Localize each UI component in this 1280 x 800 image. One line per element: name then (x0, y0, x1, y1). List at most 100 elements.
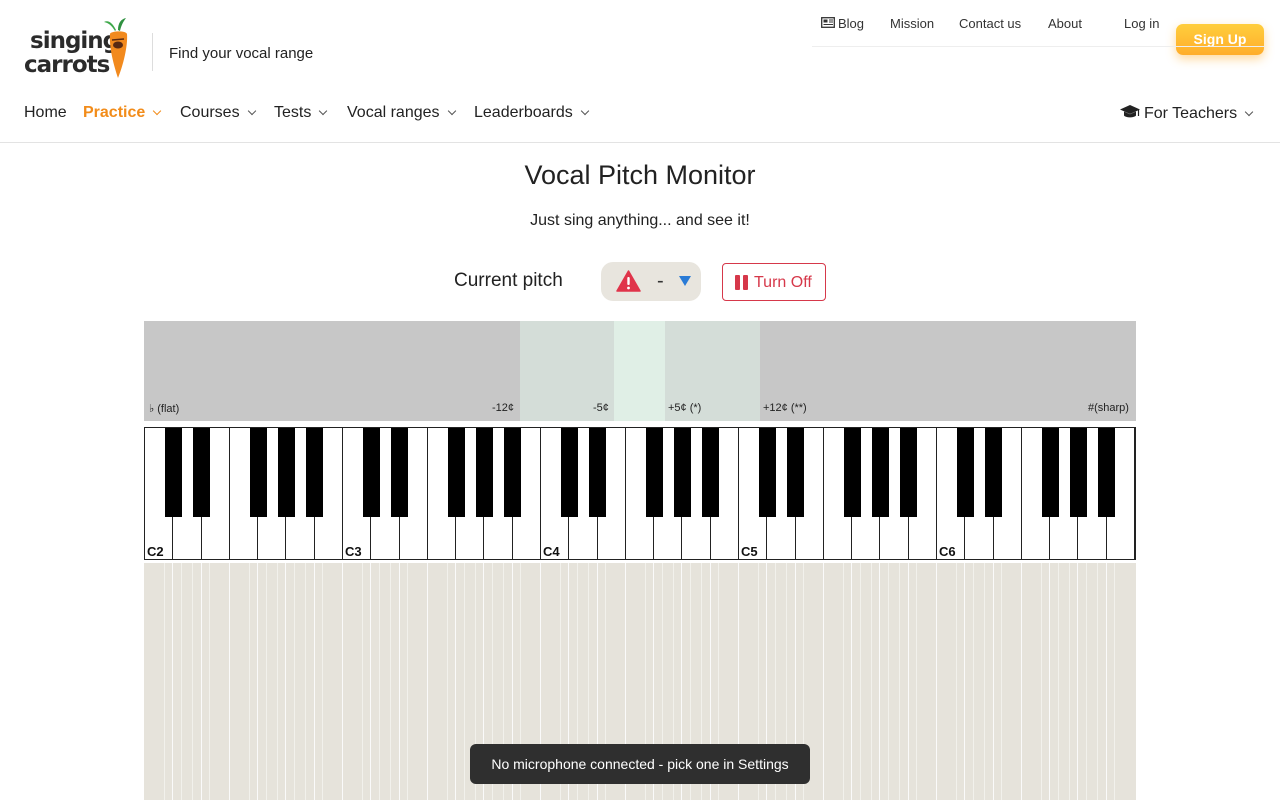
topnav-blog-label: Blog (838, 16, 865, 31)
logo-text-line2: carrots (24, 52, 110, 78)
lane-divider (870, 563, 872, 800)
lane-divider (936, 563, 937, 800)
nav-home[interactable]: Home (24, 104, 67, 122)
lane-divider (276, 563, 278, 800)
page-subtitle: Just sing anything... and see it! (530, 212, 750, 229)
topnav-contact[interactable]: Contact us (959, 16, 1021, 31)
black-key[interactable] (589, 428, 607, 517)
tuner-label-flat: ♭ (flat) (149, 403, 180, 415)
lane-divider (992, 563, 994, 800)
tuner-label-minus12: -12¢ (492, 402, 515, 414)
topnav-mission[interactable]: Mission (890, 16, 934, 31)
graduation-cap-icon (1120, 105, 1140, 118)
black-key[interactable] (475, 428, 493, 517)
nav-tests[interactable]: Tests (274, 104, 328, 122)
black-key[interactable] (1069, 428, 1087, 517)
warning-icon (616, 270, 641, 292)
lane-divider (313, 563, 315, 800)
lane-divider (248, 563, 250, 800)
tuner-label-sharp: #(sharp) (1088, 402, 1129, 414)
lane-divider (257, 563, 259, 800)
black-key[interactable] (193, 428, 211, 517)
lane-divider (463, 563, 465, 800)
lane-divider (1085, 563, 1087, 800)
black-key[interactable] (164, 428, 182, 517)
lane-divider (955, 563, 957, 800)
nav-courses[interactable]: Courses (180, 104, 256, 122)
black-key[interactable] (249, 428, 267, 517)
nav-practice[interactable]: Practice (83, 104, 162, 122)
black-key[interactable] (362, 428, 380, 517)
current-pitch-label: Current pitch (454, 270, 563, 291)
lane-divider (972, 563, 974, 800)
topnav-about[interactable]: About (1048, 16, 1082, 31)
lane-divider (293, 563, 295, 800)
black-key[interactable] (504, 428, 522, 517)
chevron-down-icon (153, 106, 162, 116)
lane-divider (209, 563, 211, 800)
lane-divider (172, 563, 174, 800)
chevron-down-icon (580, 106, 589, 116)
lane-divider (1068, 563, 1070, 800)
nav-for-teachers[interactable]: For Teachers (1120, 104, 1254, 123)
black-key[interactable] (391, 428, 409, 517)
lane-divider (390, 563, 392, 800)
turn-off-label: Turn Off (754, 274, 812, 291)
toast-notification: No microphone connected - pick one in Se… (470, 744, 810, 784)
lane-divider (907, 563, 909, 800)
lane-divider (455, 563, 457, 800)
nav-leaderboards[interactable]: Leaderboards (474, 104, 589, 122)
topnav-blog[interactable]: Blog (821, 16, 864, 31)
login-link[interactable]: Log in (1124, 16, 1159, 31)
lane-divider (398, 563, 400, 800)
lane-divider (984, 563, 986, 800)
lane-divider (916, 563, 918, 800)
signup-button[interactable]: Sign Up (1176, 24, 1264, 55)
black-key[interactable] (306, 428, 324, 517)
lane-divider (361, 563, 363, 800)
black-key[interactable] (956, 428, 974, 517)
lane-divider (180, 563, 182, 800)
nav-courses-label: Courses (180, 104, 240, 121)
lane-divider (1020, 563, 1022, 800)
lane-divider (163, 563, 165, 800)
octave-label: C2 (147, 544, 164, 559)
black-key[interactable] (985, 428, 1003, 517)
nav-practice-label: Practice (83, 104, 146, 121)
black-key[interactable] (560, 428, 578, 517)
black-key[interactable] (702, 428, 720, 517)
black-key[interactable] (645, 428, 663, 517)
octave-label: C6 (939, 544, 956, 559)
black-key[interactable] (1041, 428, 1059, 517)
black-key[interactable] (787, 428, 805, 517)
lane-divider (370, 563, 372, 800)
lane-divider (859, 563, 861, 800)
tuner-label-plus5: +5¢ (*) (668, 402, 702, 414)
chevron-down-icon (247, 106, 256, 116)
black-key[interactable] (871, 428, 889, 517)
lane-divider (407, 563, 409, 800)
piano-keyboard[interactable]: C2 C3 C4 C5 C6 (144, 427, 1136, 560)
nav-vocal-ranges[interactable]: Vocal ranges (347, 104, 456, 122)
tagline: Find your vocal range (169, 45, 314, 62)
black-key[interactable] (1098, 428, 1116, 517)
octave-label: C3 (345, 544, 362, 559)
lane-divider (446, 563, 448, 800)
octave-label: C5 (741, 544, 758, 559)
black-key[interactable] (447, 428, 465, 517)
lane-divider (342, 563, 343, 800)
black-key[interactable] (673, 428, 691, 517)
pitch-selector[interactable]: - (601, 262, 701, 301)
topnav-divider (812, 46, 1264, 47)
black-key[interactable] (900, 428, 918, 517)
black-key[interactable] (843, 428, 861, 517)
turn-off-button[interactable]: Turn Off (722, 263, 826, 301)
lane-divider (851, 563, 853, 800)
tuner-label-plus12: +12¢ (**) (763, 402, 807, 414)
black-key[interactable] (277, 428, 295, 517)
lane-divider (426, 563, 428, 800)
nav-for-teachers-label: For Teachers (1144, 105, 1238, 122)
lane-divider (265, 563, 267, 800)
black-key[interactable] (758, 428, 776, 517)
lane-divider (879, 563, 881, 800)
